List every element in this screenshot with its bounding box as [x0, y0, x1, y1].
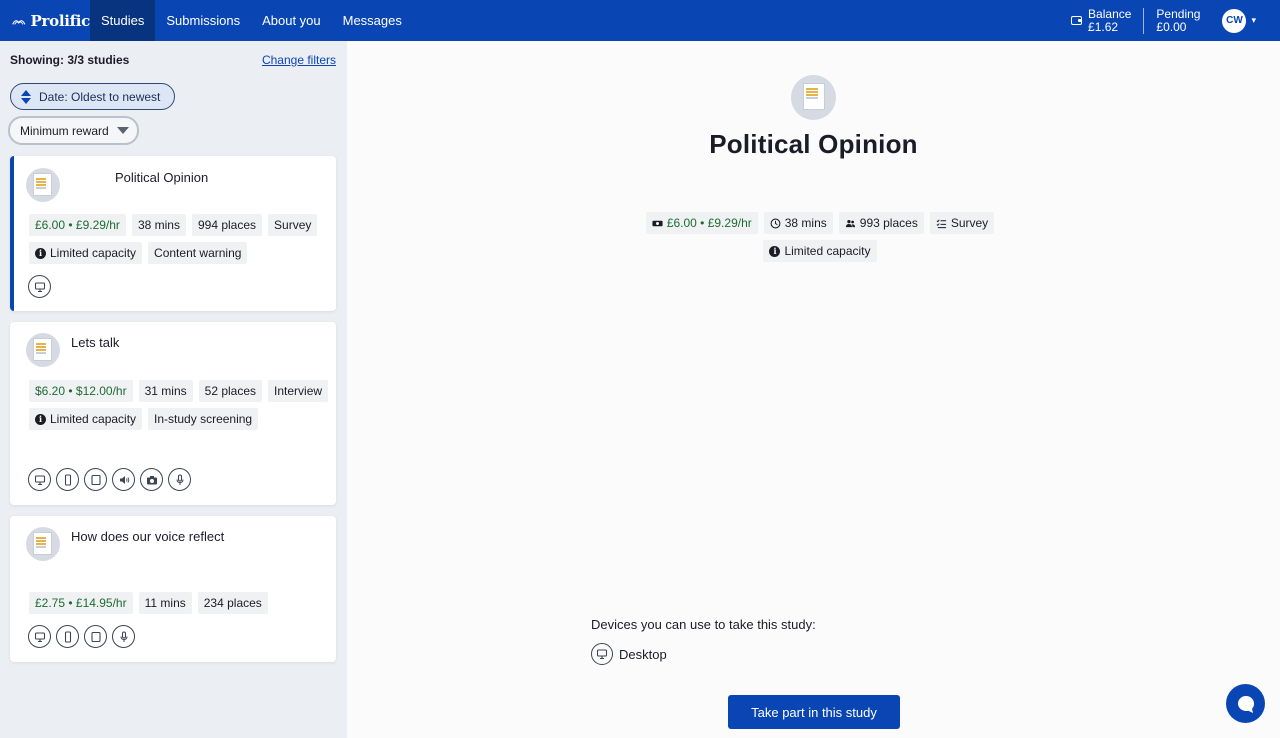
device-icons: [28, 275, 51, 298]
top-nav: Prolific Studies Submissions About you M…: [0, 0, 1280, 41]
balance-divider: [1143, 7, 1145, 34]
limited-capacity-tag: i Limited capacity: [29, 408, 143, 430]
desktop-icon: [28, 275, 51, 298]
speaker-icon: [112, 468, 135, 491]
study-card-political-opinion[interactable]: Political Opinion £6.00 • £9.29/hr 38 mi…: [10, 156, 336, 311]
limited-capacity-tag: i Limited capacity: [29, 242, 143, 264]
nav-studies[interactable]: Studies: [90, 0, 156, 41]
study-document-icon: [791, 75, 836, 120]
wallet-icon: [1071, 16, 1083, 25]
interview-tag: Interview: [268, 380, 329, 402]
device-icons: [28, 625, 135, 648]
duration-tag: 31 mins: [138, 380, 193, 402]
clock-icon: [770, 218, 781, 228]
microphone-icon: [112, 625, 135, 648]
balance-label: Balance: [1088, 6, 1132, 21]
camera-icon: [140, 468, 163, 491]
showing-count: Showing: 3/3 studies: [10, 53, 130, 67]
study-title: How does our voice reflect: [71, 529, 225, 544]
prolific-logo[interactable]: Prolific: [0, 0, 90, 41]
nav-messages[interactable]: Messages: [332, 0, 413, 41]
in-study-screening-tag: In-study screening: [148, 408, 259, 430]
logo-icon: [12, 19, 26, 25]
desktop-icon: [28, 625, 51, 648]
study-tags: £2.75 • £14.95/hr 11 mins 234 places: [29, 592, 329, 614]
banknote-icon: [652, 220, 663, 226]
pending-label: Pending: [1156, 6, 1201, 21]
info-icon: i: [35, 247, 46, 259]
study-detail-tags: £6.00 • £9.29/hr 38 mins 993 places Surv…: [640, 212, 1000, 262]
reward-tag: £2.75 • £14.95/hr: [29, 592, 133, 614]
minimum-reward-label: Minimum reward: [20, 123, 109, 138]
take-part-button[interactable]: Take part in this study: [728, 695, 900, 729]
device-desktop: Desktop: [591, 643, 667, 665]
page-title: Political Opinion: [709, 129, 918, 159]
info-icon: i: [769, 245, 781, 257]
pending-value: £0.00: [1156, 19, 1187, 34]
places-tag: 993 places: [838, 212, 924, 234]
study-document-icon: [26, 527, 60, 561]
sort-icon: [21, 89, 31, 104]
studies-sidebar: Showing: 3/3 studies Change filters Date…: [0, 41, 347, 738]
type-tag: Survey: [268, 214, 318, 236]
info-icon: i: [35, 413, 46, 425]
device-label: Desktop: [619, 646, 667, 662]
study-card-voice-reflect[interactable]: How does our voice reflect £2.75 • £14.9…: [10, 516, 336, 662]
places-tag: 234 places: [197, 592, 268, 614]
change-filters-link[interactable]: Change filters: [262, 53, 336, 67]
study-tags: $6.20 • $12.00/hr 31 mins 52 places Inte…: [29, 380, 329, 430]
study-title: Lets talk: [71, 335, 120, 350]
reward-tag: £6.00 • £9.29/hr: [29, 214, 126, 236]
places-tag: 994 places: [191, 214, 263, 236]
chat-bubble-icon: [1237, 695, 1254, 713]
nav-about-you[interactable]: About you: [251, 0, 332, 41]
duration-tag: 11 mins: [138, 592, 192, 614]
study-document-icon: [26, 333, 60, 367]
mobile-icon: [56, 468, 79, 491]
nav-submissions[interactable]: Submissions: [155, 0, 251, 41]
duration-tag: 38 mins: [763, 212, 833, 234]
microphone-icon: [168, 468, 191, 491]
desktop-icon: [591, 643, 613, 665]
device-icons: [28, 468, 191, 491]
limited-capacity-tag: i Limited capacity: [763, 240, 877, 262]
avatar[interactable]: CW: [1222, 8, 1247, 33]
sort-button[interactable]: Date: Oldest to newest: [10, 83, 175, 110]
study-document-icon: [26, 168, 60, 202]
places-tag: 52 places: [198, 380, 263, 402]
reward-tag: $6.20 • $12.00/hr: [29, 380, 133, 402]
minimum-reward-dropdown[interactable]: Minimum reward: [8, 116, 139, 145]
checklist-icon: [936, 219, 946, 228]
study-tags: £6.00 • £9.29/hr 38 mins 994 places Surv…: [29, 214, 329, 264]
account-area: Balance £1.62 Pending £0.00 CW ▾: [1071, 0, 1280, 41]
type-tag: Survey: [929, 212, 995, 234]
content-warning-tag: Content warning: [148, 242, 248, 264]
balance-value: £1.62: [1088, 19, 1119, 34]
balance-widget[interactable]: Balance £1.62 Pending £0.00: [1071, 6, 1201, 34]
study-title: Political Opinion: [115, 170, 209, 185]
study-card-lets-talk[interactable]: Lets talk $6.20 • $12.00/hr 31 mins 52 p…: [10, 322, 336, 505]
chat-button[interactable]: [1226, 684, 1265, 723]
chevron-down-icon[interactable]: ▾: [1251, 15, 1256, 26]
tablet-icon: [84, 468, 107, 491]
devices-label: Devices you can use to take this study:: [591, 617, 816, 632]
study-detail: Political Opinion £6.00 • £9.29/hr 38 mi…: [347, 41, 1280, 738]
tablet-icon: [84, 625, 107, 648]
mobile-icon: [56, 625, 79, 648]
sort-label: Date: Oldest to newest: [39, 89, 161, 104]
desktop-icon: [28, 468, 51, 491]
brand-name: Prolific: [30, 11, 91, 30]
chevron-down-icon: [116, 127, 129, 134]
reward-tag: £6.00 • £9.29/hr: [645, 212, 758, 234]
users-icon: [845, 219, 855, 227]
duration-tag: 38 mins: [131, 214, 186, 236]
